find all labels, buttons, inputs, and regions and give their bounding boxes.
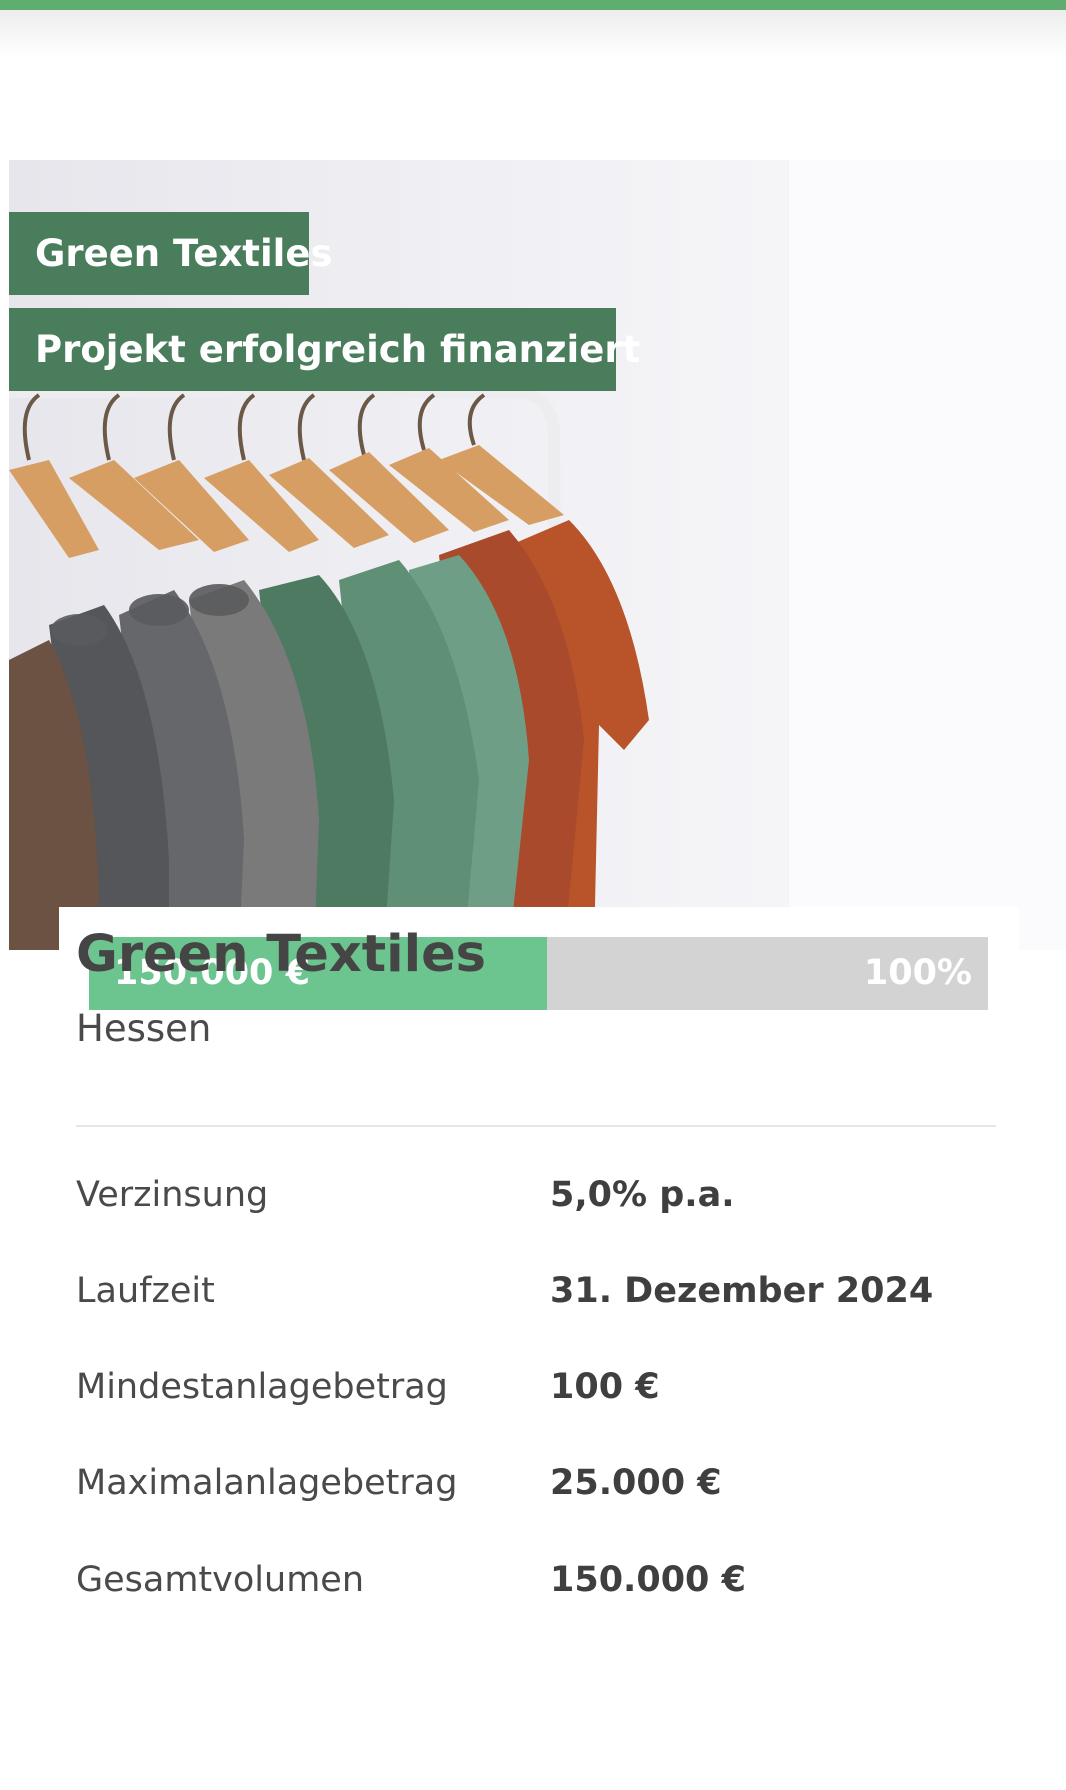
detail-value: 31. Dezember 2024	[550, 1271, 934, 1311]
header-shadow	[0, 10, 1066, 56]
detail-value: 25.000 €	[550, 1463, 722, 1503]
detail-value: 100 €	[550, 1367, 660, 1407]
project-title[interactable]: Green Textiles	[76, 925, 486, 984]
funded-percent: 100%	[863, 953, 972, 993]
detail-row: Maximalanlagebetrag 25.000 €	[76, 1463, 1036, 1523]
detail-label: Gesamtvolumen	[76, 1560, 364, 1600]
detail-row: Verzinsung 5,0% p.a.	[76, 1175, 1036, 1235]
detail-label: Verzinsung	[76, 1175, 269, 1215]
detail-row: Laufzeit 31. Dezember 2024	[76, 1271, 1036, 1331]
detail-value: 5,0% p.a.	[550, 1175, 735, 1215]
funding-status-tag: Projekt erfolgreich finanziert	[9, 308, 640, 391]
detail-value: 150.000 €	[550, 1560, 746, 1600]
project-region: Hessen	[76, 1007, 212, 1050]
project-name-tag: Green Textiles	[9, 212, 332, 295]
detail-row: Gesamtvolumen 150.000 €	[76, 1560, 1036, 1620]
project-card[interactable]: Green Textiles Projekt erfolgreich finan…	[9, 160, 1066, 1790]
top-accent-bar	[0, 0, 1066, 10]
detail-label: Laufzeit	[76, 1271, 215, 1311]
project-hero-image: Green Textiles Projekt erfolgreich finan…	[9, 160, 1066, 950]
detail-label: Mindestanlagebetrag	[76, 1367, 448, 1407]
divider	[76, 1125, 996, 1127]
detail-row: Mindestanlagebetrag 100 €	[76, 1367, 1036, 1427]
detail-label: Maximalanlagebetrag	[76, 1463, 458, 1503]
